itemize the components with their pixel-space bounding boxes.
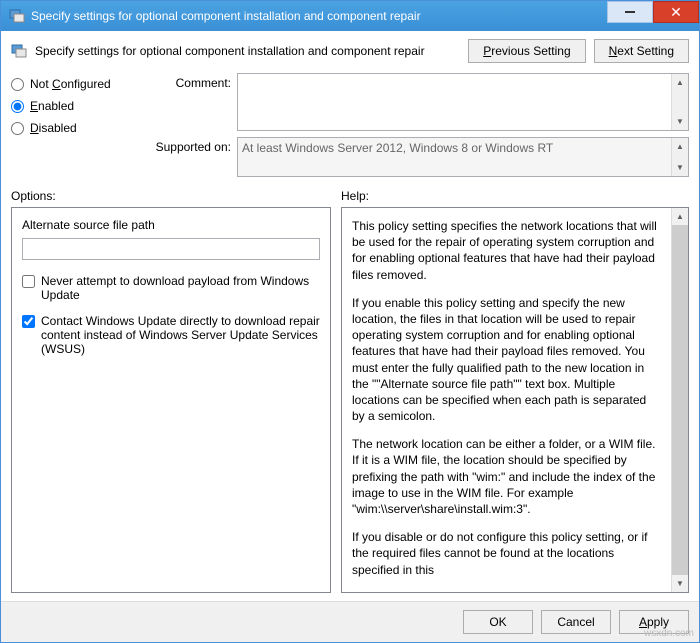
nav-buttons: Previous Setting Next Setting: [468, 39, 689, 63]
never-download-label: Never attempt to download payload from W…: [41, 274, 320, 302]
help-paragraph: This policy setting specifies the networ…: [352, 218, 658, 283]
policy-description: Specify settings for optional component …: [35, 44, 460, 58]
top-grid: Not Configured Enabled Disabled Comment:: [11, 73, 689, 177]
supported-row: Supported on: At least Windows Server 20…: [141, 137, 689, 177]
supported-scrollbar[interactable]: ▲ ▼: [671, 138, 688, 176]
content-area: Specify settings for optional component …: [1, 31, 699, 601]
help-section-label: Help:: [341, 189, 369, 203]
supported-field-wrap: At least Windows Server 2012, Windows 8 …: [237, 137, 689, 177]
window: Specify settings for optional component …: [0, 0, 700, 643]
contact-wu-checkbox[interactable]: [22, 315, 35, 328]
radio-disabled-input[interactable]: [11, 122, 24, 135]
bottom-bar: OK Cancel Apply: [1, 601, 699, 642]
supported-textarea: At least Windows Server 2012, Windows 8 …: [238, 138, 671, 176]
never-download-checkbox[interactable]: [22, 275, 35, 288]
window-controls: ✕: [607, 1, 699, 31]
next-setting-button[interactable]: Next Setting: [594, 39, 689, 63]
titlebar: Specify settings for optional component …: [1, 1, 699, 31]
comment-field-wrap: ▲ ▼: [237, 73, 689, 131]
fields-column: Comment: ▲ ▼ Supported on: At least Wind…: [141, 73, 689, 177]
state-radios: Not Configured Enabled Disabled: [11, 73, 131, 177]
policy-icon: [11, 43, 27, 59]
help-panel: This policy setting specifies the networ…: [341, 207, 689, 593]
minimize-button[interactable]: [607, 1, 653, 23]
section-labels: Options: Help:: [11, 189, 689, 203]
ok-button[interactable]: OK: [463, 610, 533, 634]
radio-not-configured[interactable]: Not Configured: [11, 77, 131, 91]
help-scrollbar[interactable]: ▲ ▼: [671, 208, 688, 592]
radio-enabled-input[interactable]: [11, 100, 24, 113]
options-section-label: Options:: [11, 189, 331, 203]
comment-scrollbar[interactable]: ▲ ▼: [671, 74, 688, 130]
comment-label: Comment:: [141, 73, 231, 90]
contact-wu-label: Contact Windows Update directly to downl…: [41, 314, 320, 356]
watermark: wsxdn.com: [644, 628, 694, 639]
options-panel: Alternate source file path Never attempt…: [11, 207, 331, 593]
help-paragraph: If you disable or do not configure this …: [352, 529, 658, 578]
window-title: Specify settings for optional component …: [31, 9, 607, 23]
radio-enabled[interactable]: Enabled: [11, 99, 131, 113]
radio-not-configured-input[interactable]: [11, 78, 24, 91]
close-button[interactable]: ✕: [653, 1, 699, 23]
radio-disabled[interactable]: Disabled: [11, 121, 131, 135]
scroll-down-icon[interactable]: ▼: [672, 113, 688, 130]
scroll-down-icon[interactable]: ▼: [672, 159, 688, 176]
header-row: Specify settings for optional component …: [11, 39, 689, 63]
scroll-up-icon[interactable]: ▲: [672, 74, 688, 91]
cancel-button[interactable]: Cancel: [541, 610, 611, 634]
comment-row: Comment: ▲ ▼: [141, 73, 689, 131]
scroll-up-icon[interactable]: ▲: [672, 138, 688, 155]
scroll-down-icon[interactable]: ▼: [672, 575, 688, 592]
help-paragraph: The network location can be either a fol…: [352, 436, 658, 517]
previous-setting-button[interactable]: Previous Setting: [468, 39, 585, 63]
supported-label: Supported on:: [141, 137, 231, 154]
comment-textarea[interactable]: [238, 74, 671, 130]
panels: Alternate source file path Never attempt…: [11, 207, 689, 593]
alt-path-input[interactable]: [22, 238, 320, 260]
alt-path-label: Alternate source file path: [22, 218, 320, 232]
help-text: This policy setting specifies the networ…: [352, 218, 678, 582]
app-icon: [9, 8, 25, 24]
scroll-up-icon[interactable]: ▲: [672, 208, 688, 225]
never-download-checkbox-row[interactable]: Never attempt to download payload from W…: [22, 274, 320, 302]
contact-wu-checkbox-row[interactable]: Contact Windows Update directly to downl…: [22, 314, 320, 356]
help-paragraph: If you enable this policy setting and sp…: [352, 295, 658, 425]
scroll-thumb[interactable]: [672, 225, 688, 575]
